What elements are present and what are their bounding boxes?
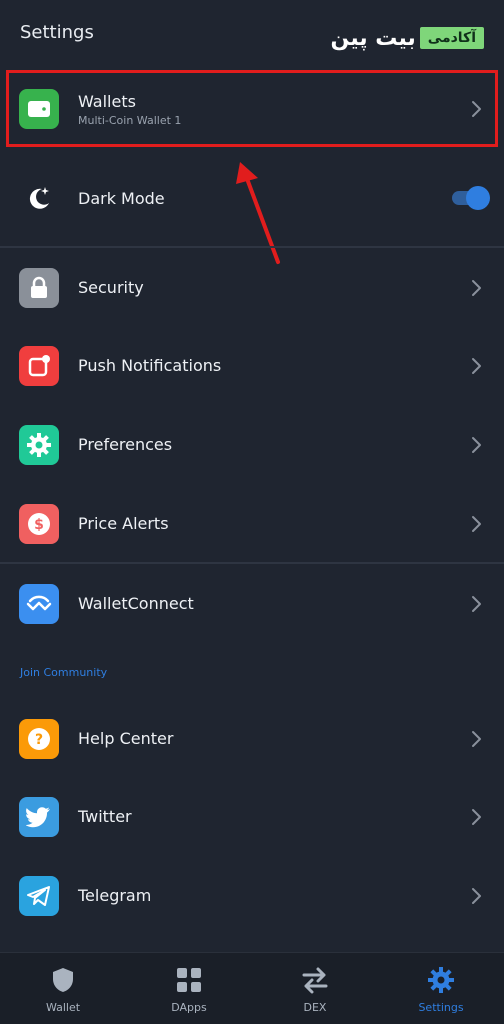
security-row[interactable]: Security (0, 249, 504, 327)
tab-wallet[interactable]: Wallet (0, 953, 126, 1024)
help-center-label: Help Center (78, 729, 174, 748)
swap-icon (302, 967, 328, 994)
gear-icon (19, 425, 59, 465)
push-notifications-label: Push Notifications (78, 356, 222, 375)
price-alerts-row[interactable]: $ Price Alerts (0, 485, 504, 563)
page-title: Settings (20, 22, 94, 43)
dollar-icon: $ (19, 504, 59, 544)
moon-icon (19, 178, 59, 218)
walletconnect-icon (19, 584, 59, 624)
tab-label: DEX (303, 1001, 327, 1014)
chevron-right-icon (472, 809, 481, 825)
logo: بیت پین آکادمی (331, 24, 484, 52)
chevron-right-icon (472, 516, 481, 532)
divider (0, 246, 504, 248)
tab-label: Wallet (45, 1001, 81, 1014)
walletconnect-row[interactable]: WalletConnect (0, 565, 504, 643)
logo-badge: آکادمی (419, 27, 484, 49)
bottom-tab-bar: Wallet DApps DEX Settings (0, 952, 504, 1024)
divider (0, 562, 504, 564)
section-title: Join Community (20, 666, 108, 679)
push-notifications-row[interactable]: Push Notifications (0, 327, 504, 405)
walletconnect-label: WalletConnect (78, 594, 194, 613)
header: Settings بیت پین آکادمی (0, 0, 504, 66)
preferences-label: Preferences (78, 435, 173, 454)
svg-text:$: $ (34, 517, 44, 533)
twitter-row[interactable]: Twitter (0, 778, 504, 856)
security-label: Security (78, 278, 144, 297)
telegram-icon (19, 876, 59, 916)
svg-text:?: ? (35, 732, 43, 748)
chevron-right-icon (472, 596, 481, 612)
lock-icon (19, 268, 59, 308)
tab-settings[interactable]: Settings (378, 953, 504, 1024)
telegram-label: Telegram (78, 886, 152, 905)
logo-text: بیت پین (330, 25, 416, 51)
notification-icon (19, 346, 59, 386)
preferences-row[interactable]: Preferences (0, 406, 504, 484)
gear-icon (428, 967, 454, 993)
toggle-knob (466, 186, 490, 210)
chevron-right-icon (472, 731, 481, 747)
price-alerts-label: Price Alerts (78, 514, 169, 533)
dark-mode-label: Dark Mode (78, 189, 165, 208)
shield-icon (53, 968, 73, 992)
twitter-icon (19, 797, 59, 837)
tab-dex[interactable]: DEX (252, 953, 378, 1024)
help-icon: ? (19, 719, 59, 759)
highlight-box (6, 70, 498, 147)
telegram-row[interactable]: Telegram (0, 857, 504, 935)
tab-dapps[interactable]: DApps (126, 953, 252, 1024)
tab-label: DApps (171, 1001, 207, 1014)
twitter-label: Twitter (78, 807, 132, 826)
chevron-right-icon (472, 358, 481, 374)
dark-mode-toggle[interactable] (452, 186, 490, 210)
chevron-right-icon (472, 888, 481, 904)
dark-mode-row[interactable]: Dark Mode (0, 159, 504, 237)
chevron-right-icon (472, 280, 481, 296)
tab-label: Settings (418, 1001, 464, 1014)
chevron-right-icon (472, 437, 481, 453)
grid-icon (177, 968, 201, 992)
help-center-row[interactable]: ? Help Center (0, 700, 504, 778)
